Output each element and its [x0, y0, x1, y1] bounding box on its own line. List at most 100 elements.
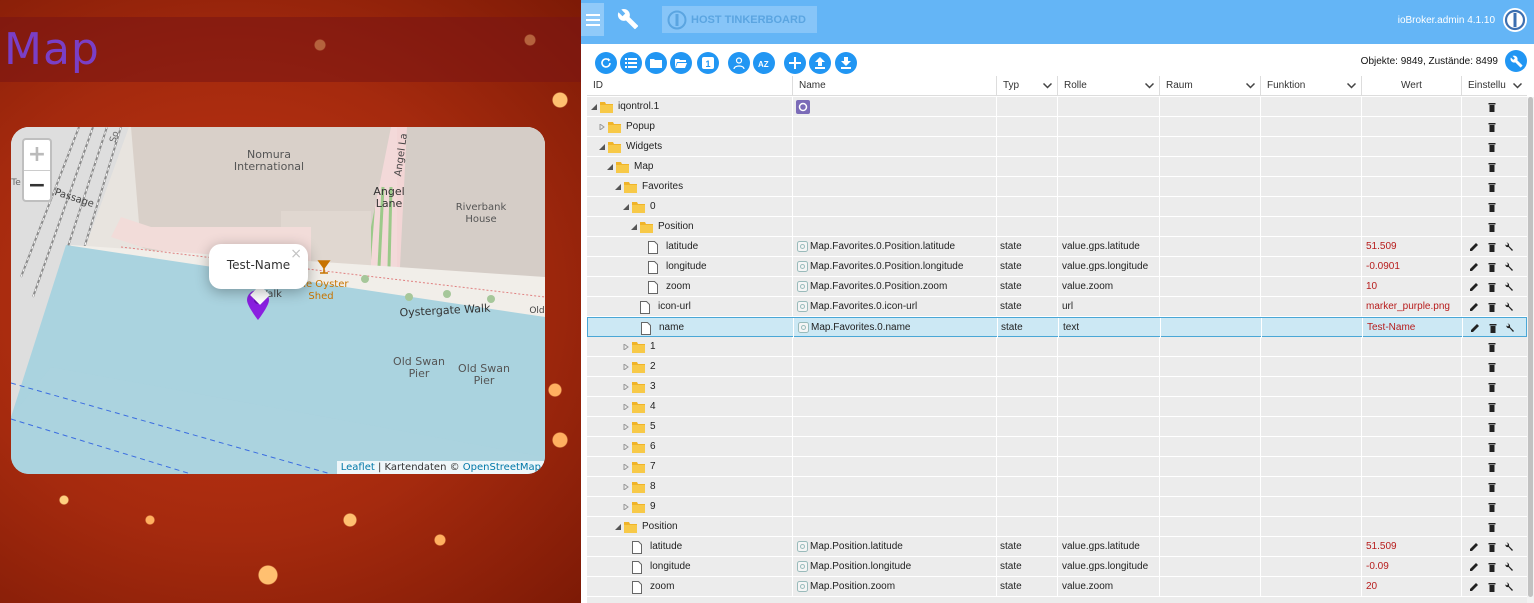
cell-value[interactable]: -0.0901 — [1366, 257, 1400, 277]
expand-one-level-button[interactable]: 1 — [697, 52, 719, 74]
tree-state-row[interactable]: name Map.Favorites.0.name state text Test-Na… — [587, 317, 1527, 338]
delete-icon[interactable] — [1487, 122, 1497, 132]
delete-icon[interactable] — [1487, 442, 1497, 452]
scrollbar[interactable] — [1527, 97, 1534, 603]
wrench-icon[interactable] — [1505, 323, 1515, 333]
delete-icon[interactable] — [1487, 222, 1497, 232]
edit-icon[interactable] — [1469, 282, 1479, 292]
cell-value[interactable]: 10 — [1366, 277, 1377, 297]
delete-icon[interactable] — [1487, 502, 1497, 512]
column-header-id[interactable]: ID — [587, 76, 792, 96]
delete-icon[interactable] — [1487, 522, 1497, 532]
tree-state-row[interactable]: latitude Map.Position.latitude state value.… — [587, 537, 1527, 557]
map-view[interactable]: + − Nomura International Angel Lane Ange… — [11, 127, 545, 474]
expanded-triangle-icon[interactable] — [607, 164, 613, 170]
column-header-wert[interactable]: Wert — [1361, 76, 1461, 96]
delete-icon[interactable] — [1487, 562, 1497, 572]
tree-folder-row[interactable]: Map — [587, 157, 1527, 177]
expanded-triangle-icon[interactable] — [591, 104, 597, 110]
collapsed-triangle-icon[interactable] — [623, 424, 629, 430]
delete-icon[interactable] — [1487, 242, 1497, 252]
cell-value[interactable]: marker_purple.png — [1366, 297, 1450, 317]
column-header-typ[interactable]: Typ — [996, 76, 1057, 96]
collapse-all-button[interactable] — [645, 52, 667, 74]
wrench-icon[interactable] — [1504, 562, 1514, 572]
cell-value[interactable]: 51.509 — [1366, 537, 1397, 557]
column-header-funktion[interactable]: Funktion — [1260, 76, 1361, 96]
edit-icon[interactable] — [1469, 582, 1479, 592]
list-view-button[interactable] — [620, 52, 642, 74]
delete-icon[interactable] — [1487, 542, 1497, 552]
expanded-triangle-icon[interactable] — [615, 524, 621, 530]
delete-icon[interactable] — [1487, 482, 1497, 492]
delete-icon[interactable] — [1487, 142, 1497, 152]
collapsed-triangle-icon[interactable] — [623, 444, 629, 450]
sort-button[interactable]: AZ — [753, 52, 775, 74]
chevron-down-icon[interactable] — [1246, 83, 1255, 89]
tree-folder-row[interactable]: 1 — [587, 337, 1527, 357]
delete-icon[interactable] — [1487, 102, 1497, 112]
chevron-down-icon[interactable] — [1043, 83, 1052, 89]
chevron-down-icon[interactable] — [1513, 83, 1522, 89]
toolbar-settings-button[interactable] — [1505, 50, 1527, 72]
expanded-triangle-icon[interactable] — [631, 224, 637, 230]
collapsed-triangle-icon[interactable] — [623, 384, 629, 390]
column-header-rolle[interactable]: Rolle — [1057, 76, 1159, 96]
cell-value[interactable]: 20 — [1366, 577, 1377, 597]
chevron-down-icon[interactable] — [1347, 83, 1356, 89]
delete-icon[interactable] — [1487, 462, 1497, 472]
add-object-button[interactable] — [784, 52, 806, 74]
wrench-icon[interactable] — [617, 8, 639, 30]
collapsed-triangle-icon[interactable] — [623, 484, 629, 490]
tree-folder-row[interactable]: 6 — [587, 437, 1527, 457]
chevron-down-icon[interactable] — [1145, 83, 1154, 89]
tree-folder-row[interactable]: Favorites — [587, 177, 1527, 197]
tree-state-row[interactable]: longitude Map.Favorites.0.Position.longit… — [587, 257, 1527, 277]
wrench-icon[interactable] — [1504, 542, 1514, 552]
tree-folder-row[interactable]: iqontrol.1 — [587, 97, 1527, 117]
delete-icon[interactable] — [1487, 262, 1497, 272]
tree-folder-row[interactable]: 3 — [587, 377, 1527, 397]
wrench-icon[interactable] — [1504, 242, 1514, 252]
delete-icon[interactable] — [1487, 582, 1497, 592]
tree-folder-row[interactable]: Position — [587, 517, 1527, 537]
edit-icon[interactable] — [1469, 562, 1479, 572]
delete-icon[interactable] — [1487, 362, 1497, 372]
cell-value[interactable]: 51.509 — [1366, 237, 1397, 257]
cell-value[interactable]: -0.09 — [1366, 557, 1389, 577]
wrench-icon[interactable] — [1504, 582, 1514, 592]
delete-icon[interactable] — [1487, 402, 1497, 412]
collapsed-triangle-icon[interactable] — [599, 124, 605, 130]
wrench-icon[interactable] — [1504, 282, 1514, 292]
tree-state-row[interactable]: icon-url Map.Favorites.0.icon-url state url… — [587, 297, 1527, 317]
expanded-triangle-icon[interactable] — [615, 184, 621, 190]
edit-icon[interactable] — [1469, 242, 1479, 252]
wrench-icon[interactable] — [1504, 262, 1514, 272]
tree-folder-row[interactable]: 4 — [587, 397, 1527, 417]
tree-state-row[interactable]: zoom Map.Position.zoom state value.zoom 20 — [587, 577, 1527, 597]
scroll-thumb[interactable] — [1528, 97, 1533, 597]
collapsed-triangle-icon[interactable] — [623, 504, 629, 510]
download-button[interactable] — [835, 52, 857, 74]
delete-icon[interactable] — [1487, 162, 1497, 172]
tree-folder-row[interactable]: Position — [587, 217, 1527, 237]
tree-folder-row[interactable]: 0 — [587, 197, 1527, 217]
delete-icon[interactable] — [1487, 202, 1497, 212]
zoom-in-button[interactable]: + — [24, 140, 50, 170]
collapsed-triangle-icon[interactable] — [623, 344, 629, 350]
column-header-name[interactable]: Name — [792, 76, 996, 96]
delete-icon[interactable] — [1488, 323, 1498, 333]
delete-icon[interactable] — [1487, 302, 1497, 312]
tree-state-row[interactable]: latitude Map.Favorites.0.Position.latitud… — [587, 237, 1527, 257]
wrench-icon[interactable] — [1504, 302, 1514, 312]
collapsed-triangle-icon[interactable] — [623, 364, 629, 370]
delete-icon[interactable] — [1487, 182, 1497, 192]
delete-icon[interactable] — [1487, 342, 1497, 352]
edit-icon[interactable] — [1469, 542, 1479, 552]
delete-icon[interactable] — [1487, 422, 1497, 432]
menu-button[interactable] — [581, 3, 604, 36]
tree-folder-row[interactable]: 8 — [587, 477, 1527, 497]
tree-folder-row[interactable]: 5 — [587, 417, 1527, 437]
column-header-einstellu[interactable]: Einstellu — [1461, 76, 1527, 96]
tree-state-row[interactable]: longitude Map.Position.longitude state valu… — [587, 557, 1527, 577]
